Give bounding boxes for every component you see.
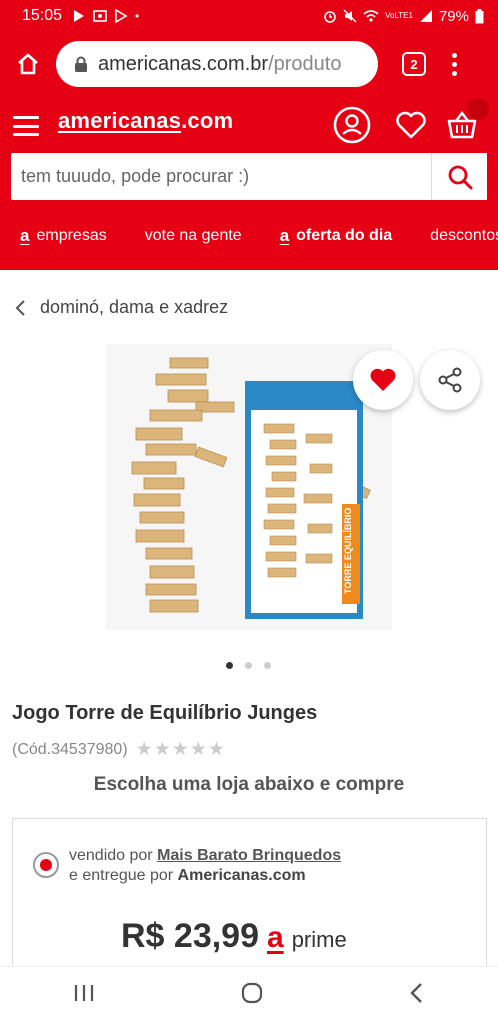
nav-label: descontos bbox=[430, 227, 498, 244]
battery-level: 79% bbox=[438, 7, 469, 25]
product-box-label: TORRE EQUILÍBRIO bbox=[343, 508, 353, 594]
mute-icon bbox=[343, 9, 357, 23]
back-button[interactable] bbox=[409, 982, 425, 1009]
browser-toolbar: americanas.com.br/produto 2 bbox=[0, 32, 498, 96]
nav-item-vote[interactable]: vote na gente bbox=[145, 226, 242, 246]
search-bar bbox=[11, 153, 487, 200]
tab-switcher-button[interactable]: 2 bbox=[402, 52, 426, 76]
nav-label: oferta do dia bbox=[296, 227, 393, 244]
heart-filled-icon bbox=[370, 368, 396, 391]
recent-apps-icon bbox=[74, 985, 93, 1001]
product-title: Jogo Torre de Equilíbrio Junges bbox=[12, 702, 318, 724]
carousel-indicator bbox=[226, 662, 271, 669]
gallery-icon bbox=[93, 10, 107, 22]
notification-icons: • bbox=[72, 9, 139, 23]
nav-item-oferta-do-dia[interactable]: a oferta do dia bbox=[280, 226, 392, 246]
star-icon: ★ bbox=[207, 739, 225, 760]
carousel-dot[interactable] bbox=[245, 662, 252, 669]
nav-label: vote na gente bbox=[144, 227, 242, 244]
play-store-icon bbox=[115, 9, 128, 23]
logo-brand: americanas bbox=[58, 108, 182, 133]
account-button[interactable] bbox=[333, 106, 371, 144]
share-icon bbox=[438, 367, 462, 393]
status-time: 15:05 bbox=[22, 7, 63, 24]
url-path: /produto bbox=[268, 52, 342, 75]
home-button[interactable] bbox=[240, 981, 264, 1010]
home-circle-icon bbox=[241, 982, 263, 1004]
product-box: TORRE EQUILÍBRIO bbox=[245, 381, 363, 619]
home-icon bbox=[18, 53, 38, 75]
seller-offer-card[interactable]: vendido por Mais Barato Brinquedos e ent… bbox=[12, 818, 487, 978]
lock-icon bbox=[74, 56, 88, 73]
product-code: (Cód.34537980) bbox=[12, 740, 128, 758]
battery-icon bbox=[475, 8, 484, 23]
cart-button[interactable] bbox=[447, 98, 489, 144]
prime-a-icon: a bbox=[267, 921, 284, 954]
system-icons: VoLTE1 79% bbox=[323, 8, 484, 25]
carousel-dot[interactable] bbox=[264, 662, 271, 669]
nav-label: empresas bbox=[36, 227, 107, 244]
url-bar[interactable]: americanas.com.br/produto bbox=[56, 41, 378, 87]
recent-apps-button[interactable] bbox=[73, 983, 95, 1008]
dot-icon: • bbox=[135, 9, 140, 23]
status-bar: 15:05 • VoLTE1 79% bbox=[0, 0, 498, 32]
chevron-left-icon bbox=[14, 299, 26, 317]
network-label: VoLTE1 bbox=[385, 11, 413, 20]
header-nav: a empresas vote na gente a oferta do dia… bbox=[20, 226, 498, 246]
alarm-icon bbox=[324, 11, 336, 23]
delivered-by-label: e entregue por bbox=[69, 867, 174, 884]
hamburger-menu-icon[interactable] bbox=[13, 116, 39, 136]
product-image[interactable]: TORRE EQUILÍBRIO bbox=[106, 344, 392, 630]
seller-info: vendido por Mais Barato Brinquedos e ent… bbox=[69, 846, 341, 886]
favorite-button[interactable] bbox=[353, 350, 413, 410]
search-button[interactable] bbox=[431, 153, 487, 200]
star-icon: ★ bbox=[153, 739, 171, 760]
site-logo[interactable]: americanas.com bbox=[58, 108, 233, 134]
system-navigation-bar bbox=[0, 966, 498, 1024]
rating-stars[interactable]: ★ ★ ★ ★ ★ bbox=[136, 738, 225, 761]
star-icon: ★ bbox=[135, 739, 153, 760]
breadcrumb-label: dominó, dama e xadrez bbox=[40, 297, 229, 317]
back-icon bbox=[410, 983, 423, 1003]
cart-badge bbox=[467, 98, 489, 120]
share-button[interactable] bbox=[420, 350, 480, 410]
prime-label: prime bbox=[291, 927, 347, 952]
site-header: americanas.com a empresas vote na gente … bbox=[0, 96, 498, 270]
seller-link[interactable]: Mais Barato Brinquedos bbox=[157, 847, 341, 864]
nav-item-descontos[interactable]: descontos bbox=[430, 226, 498, 246]
carousel-dot[interactable] bbox=[226, 662, 233, 669]
heart-icon bbox=[396, 111, 426, 139]
sold-by-label: vendido por bbox=[69, 847, 153, 864]
offer-radio[interactable] bbox=[33, 852, 59, 878]
jenga-tower-image: TORRE EQUILÍBRIO bbox=[106, 344, 392, 630]
breadcrumb[interactable]: dominó, dama e xadrez bbox=[14, 297, 228, 318]
americanas-a-icon: a bbox=[279, 226, 290, 245]
americanas-a-icon: a bbox=[20, 226, 30, 245]
price-row: R$ 23,99 a prime bbox=[121, 917, 347, 956]
search-input[interactable] bbox=[11, 153, 431, 200]
product-code-line: (Cód.34537980) ★ ★ ★ ★ ★ bbox=[12, 738, 225, 761]
star-icon: ★ bbox=[171, 739, 189, 760]
star-icon: ★ bbox=[189, 739, 207, 760]
user-icon bbox=[333, 106, 371, 144]
signal-icon bbox=[419, 10, 432, 22]
url-host: americanas.com.br bbox=[98, 52, 269, 75]
search-icon bbox=[448, 165, 472, 189]
play-icon bbox=[74, 10, 85, 22]
logo-suffix: .com bbox=[181, 108, 234, 133]
nav-item-empresas[interactable]: a empresas bbox=[20, 226, 107, 246]
delivered-by: Americanas.com bbox=[177, 867, 306, 884]
browser-menu-button[interactable] bbox=[452, 52, 457, 76]
favorites-button[interactable] bbox=[396, 106, 426, 144]
choose-store-heading: Escolha uma loja abaixo e compre bbox=[93, 774, 405, 795]
price-value: R$ 23,99 bbox=[121, 917, 259, 955]
wifi-icon bbox=[363, 10, 379, 22]
browser-home-button[interactable] bbox=[0, 32, 56, 96]
